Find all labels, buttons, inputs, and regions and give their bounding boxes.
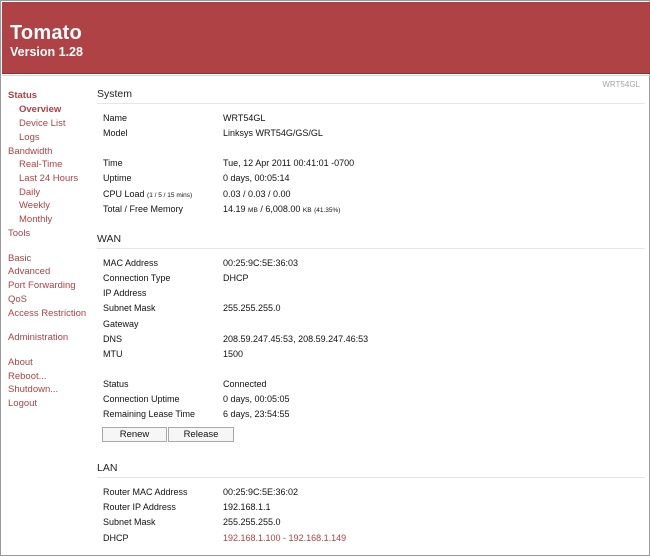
label-connection-uptime: Connection Uptime (103, 394, 180, 404)
nav-advanced[interactable]: Advanced (8, 266, 50, 277)
value-dhcp-range[interactable]: 192.168.1.100 - 192.168.1.149 (223, 533, 346, 543)
label-connection-type: Connection Type (103, 273, 171, 283)
nav-bandwidth[interactable]: Bandwidth (8, 146, 52, 157)
nav-real-time[interactable]: Real-Time (19, 159, 62, 170)
label-router-mac: Router MAC Address (103, 487, 188, 497)
label-model: Model (103, 128, 128, 138)
nav-qos[interactable]: QoS (8, 294, 27, 305)
value-lease-time: 6 days, 23:54:55 (223, 409, 290, 419)
label-mtu: MTU (103, 349, 123, 359)
value-lan-subnet: 255.255.255.0 (223, 517, 281, 527)
value-mtu: 1500 (223, 349, 244, 359)
section-title-lan: LAN (97, 462, 118, 474)
nav-about[interactable]: About (8, 357, 33, 368)
nav-reboot[interactable]: Reboot... (8, 371, 47, 382)
label-wan-status: Status (103, 379, 129, 389)
memory-separator: / (260, 204, 263, 214)
nav-overview[interactable]: Overview (19, 104, 61, 115)
label-wan-subnet: Subnet Mask (103, 303, 156, 313)
section-title-wan: WAN (97, 233, 122, 245)
nav-weekly[interactable]: Weekly (19, 200, 50, 211)
memory-free-unit: KB (302, 207, 312, 214)
nav-shutdown[interactable]: Shutdown... (8, 384, 58, 395)
nav-basic[interactable]: Basic (8, 253, 31, 264)
value-uptime: 0 days, 00:05:14 (223, 173, 290, 183)
value-wan-subnet: 255.255.255.0 (223, 303, 281, 313)
value-wan-status: Connected (223, 379, 267, 389)
value-router-ip: 192.168.1.1 (223, 502, 271, 512)
label-dns: DNS (103, 334, 123, 344)
nav-logout[interactable]: Logout (8, 398, 37, 409)
label-time: Time (103, 158, 123, 168)
label-cpu-load: CPU Load (1 / 5 / 15 mins) (103, 189, 192, 199)
value-time: Tue, 12 Apr 2011 00:41:01 -0700 (223, 158, 355, 168)
label-memory: Total / Free Memory (103, 204, 184, 214)
label-gateway: Gateway (103, 319, 139, 329)
memory-free: 6,008.00 (265, 204, 301, 214)
renew-button[interactable]: Renew (102, 427, 167, 442)
main-content: System Name WRT54GL Model Linksys WRT54G… (97, 1, 645, 557)
value-cpu-load: 0.03 / 0.03 / 0.00 (223, 189, 291, 199)
label-name: Name (103, 113, 128, 123)
label-uptime: Uptime (103, 173, 132, 183)
nav-daily[interactable]: Daily (19, 187, 40, 198)
nav-administration[interactable]: Administration (8, 332, 68, 343)
label-wan-ip: IP Address (103, 288, 147, 298)
label-dhcp: DHCP (103, 533, 129, 543)
memory-total-unit: MB (248, 207, 258, 214)
section-divider (97, 103, 645, 104)
section-title-system: System (97, 88, 133, 100)
value-connection-uptime: 0 days, 00:05:05 (223, 394, 290, 404)
nav-logs[interactable]: Logs (19, 132, 40, 143)
value-router-mac: 00:25:9C:5E:36:02 (223, 487, 299, 497)
value-dns: 208.59.247.45:53, 208.59.247.46:53 (223, 334, 369, 344)
nav-status[interactable]: Status (8, 90, 37, 101)
value-connection-type: DHCP (223, 273, 249, 283)
label-lan-subnet: Subnet Mask (103, 517, 156, 527)
nav-monthly[interactable]: Monthly (19, 214, 52, 225)
nav-tools[interactable]: Tools (8, 228, 30, 239)
nav-device-list[interactable]: Device List (19, 118, 65, 129)
label-wan-mac: MAC Address (103, 258, 159, 268)
label-lease-time: Remaining Lease Time (103, 409, 196, 419)
nav-port-forwarding[interactable]: Port Forwarding (8, 280, 76, 291)
page-frame: Tomato Version 1.28 WRT54GL Status Overv… (0, 0, 650, 556)
label-cpu-load-note: (1 / 5 / 15 mins) (147, 192, 193, 199)
label-cpu-load-text: CPU Load (103, 189, 145, 199)
section-divider (97, 248, 645, 249)
memory-percent: (41.35%) (314, 207, 341, 214)
value-name: WRT54GL (223, 113, 266, 123)
value-wan-mac: 00:25:9C:5E:36:03 (223, 258, 299, 268)
nav-last-24-hours[interactable]: Last 24 Hours (19, 173, 78, 184)
value-model: Linksys WRT54G/GS/GL (223, 128, 323, 138)
label-router-ip: Router IP Address (103, 502, 176, 512)
section-divider (97, 477, 645, 478)
value-memory: 14.19 MB / 6,008.00 KB (41.35%) (223, 204, 340, 214)
sidebar-nav: Status Overview Device List Logs Bandwid… (1, 1, 96, 557)
memory-total: 14.19 (223, 204, 246, 214)
release-button[interactable]: Release (168, 427, 234, 442)
nav-access-restriction[interactable]: Access Restriction (8, 308, 86, 319)
